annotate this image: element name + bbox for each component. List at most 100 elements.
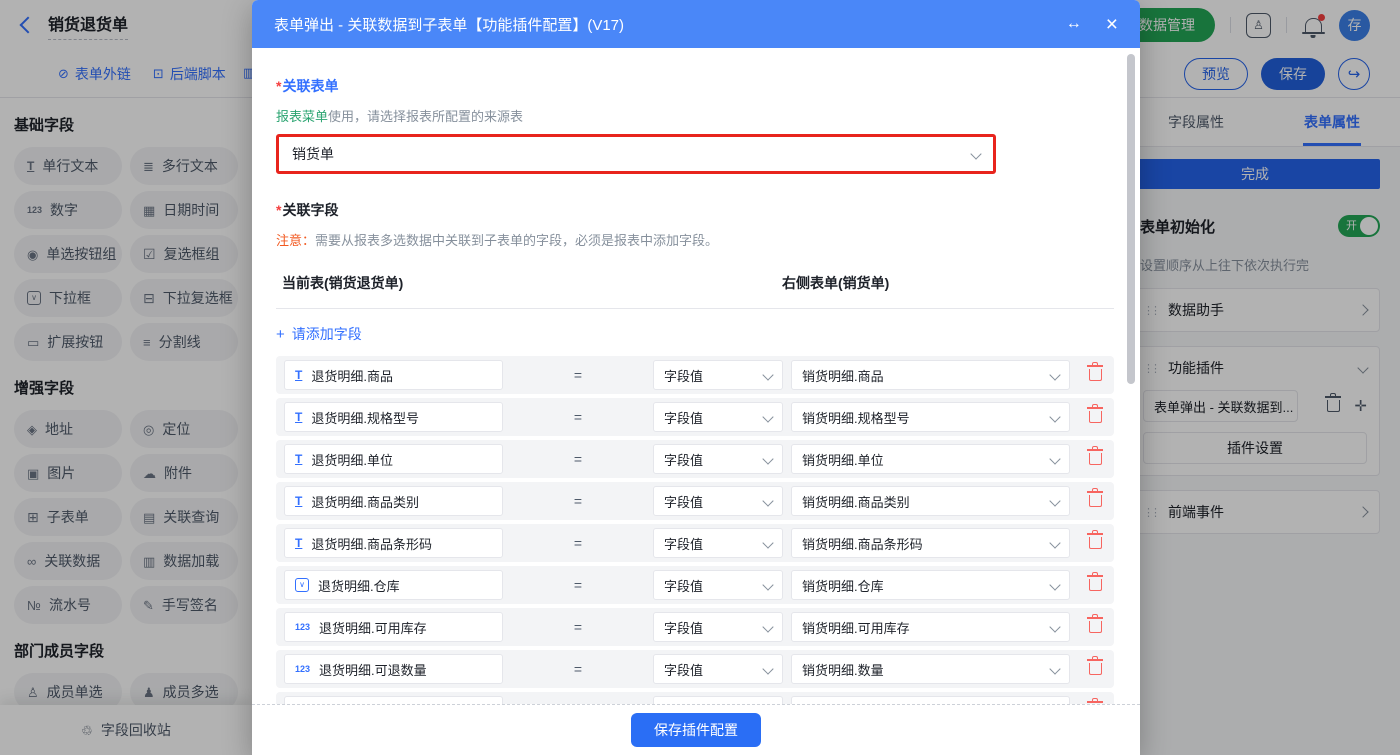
value-mode-select[interactable]: 字段值 [653, 486, 783, 516]
right-field-select[interactable]: 销货明细.单位 [791, 444, 1070, 474]
close-icon[interactable]: × [1106, 14, 1118, 35]
left-field-label: 退货明细.商品条形码 [311, 534, 432, 553]
delete-row-icon[interactable] [1089, 495, 1102, 507]
left-field-box[interactable]: T 退货明细.商品条形码 [284, 528, 503, 558]
right-field-select[interactable]: 销货明细.商品类别 [791, 486, 1070, 516]
left-field-box[interactable]: 123 退货明细.可退数量 [284, 654, 503, 684]
plugin-config-modal: 表单弹出 - 关联数据到子表单【功能插件配置】(V17) ↔ × *关联表单 报… [252, 0, 1140, 755]
current-table-header: 当前表(销货退货单) [276, 273, 782, 293]
source-form-select[interactable]: 销货单 [279, 137, 993, 171]
chevron-down-icon [762, 411, 773, 422]
value-mode-select[interactable]: 字段值 [653, 612, 783, 642]
left-field-label: 退货明细.单位 [311, 450, 393, 469]
save-plugin-config-button[interactable]: 保存插件配置 [631, 713, 761, 747]
chevron-down-icon [1049, 621, 1060, 632]
right-field-select[interactable]: 销货明细.商品条形码 [791, 528, 1070, 558]
left-field-label: 退货明细.仓库 [318, 576, 400, 595]
text-icon: T [295, 411, 302, 423]
equals-operator: = [503, 493, 653, 509]
delete-row-icon[interactable] [1089, 369, 1102, 381]
modal-body: *关联表单 报表菜单使用，请选择报表所配置的来源表 销货单 *关联字段 注意：需… [252, 48, 1140, 705]
right-field-select[interactable]: 销货明细.可用库存 [791, 612, 1070, 642]
field-mapping-row: 123 退货明细.可退数量 = 字段值 销货明细.数量 [276, 650, 1114, 688]
modal-title: 表单弹出 - 关联数据到子表单【功能插件配置】(V17) [274, 14, 624, 35]
right-field-select[interactable]: 销货明细.数量 [791, 654, 1070, 684]
value-mode-select[interactable]: 字段值 [653, 402, 783, 432]
chevron-down-icon [762, 453, 773, 464]
value-mode-select[interactable]: 字段值 [653, 696, 783, 705]
delete-row-icon[interactable] [1089, 453, 1102, 465]
field-mapping-row: T 退货明细.商品 = 字段值 销货明细.商品 [276, 356, 1114, 394]
chevron-down-icon [762, 621, 773, 632]
expand-icon[interactable]: ↔ [1066, 15, 1082, 33]
required-star: * [276, 78, 281, 94]
number-icon: 123 [295, 623, 310, 632]
left-field-label: 退货明细.退货数量 [319, 702, 427, 706]
equals-operator: = [503, 619, 653, 635]
chevron-down-icon [1049, 663, 1060, 674]
field-mapping-row: T 退货明细.商品条形码 = 字段值 销货明细.商品条形码 [276, 524, 1114, 562]
left-field-label: 退货明细.可退数量 [319, 660, 427, 679]
text-icon: T [295, 369, 302, 381]
right-field-select[interactable]: 销货明细.数量 [791, 696, 1070, 705]
value-mode-select[interactable]: 字段值 [653, 444, 783, 474]
linked-form-label: *关联表单 [276, 76, 1114, 96]
chevron-down-icon [762, 663, 773, 674]
field-mapping-row: T 退货明细.单位 = 字段值 销货明细.单位 [276, 440, 1114, 478]
chevron-down-icon [1049, 495, 1060, 506]
text-icon: T [295, 537, 302, 549]
left-field-label: 退货明细.规格型号 [311, 408, 419, 427]
right-field-select[interactable]: 销货明细.仓库 [791, 570, 1070, 600]
chevron-down-icon [762, 579, 773, 590]
mapping-column-headers: 当前表(销货退货单) 右侧表单(销货单) [276, 273, 1114, 293]
left-field-label: 退货明细.可用库存 [319, 618, 427, 637]
chevron-down-icon [1049, 411, 1060, 422]
left-field-box[interactable]: T 退货明细.规格型号 [284, 402, 503, 432]
chevron-down-icon [762, 537, 773, 548]
value-mode-select[interactable]: 字段值 [653, 654, 783, 684]
value-mode-select[interactable]: 字段值 [653, 570, 783, 600]
select-icon: ∨ [295, 578, 309, 592]
text-icon: T [295, 495, 302, 507]
divider [276, 308, 1114, 309]
field-mapping-row: ∨ 退货明细.仓库 = 字段值 销货明细.仓库 [276, 566, 1114, 604]
value-mode-select[interactable]: 字段值 [653, 360, 783, 390]
delete-row-icon[interactable] [1089, 579, 1102, 591]
chevron-down-icon [1049, 369, 1060, 380]
field-mapping-row: 123 退货明细.退货数量 = 字段值 销货明细.数量 [276, 692, 1114, 705]
number-icon: 123 [295, 665, 310, 674]
right-form-header: 右侧表单(销货单) [782, 273, 889, 293]
value-mode-select[interactable]: 字段值 [653, 528, 783, 558]
left-field-box[interactable]: 123 退货明细.可用库存 [284, 612, 503, 642]
equals-operator: = [503, 451, 653, 467]
highlight-annotation: 销货单 [276, 134, 996, 174]
add-field-link[interactable]: + 请添加字段 [276, 324, 362, 344]
chevron-down-icon [1049, 579, 1060, 590]
equals-operator: = [503, 661, 653, 677]
modal-header: 表单弹出 - 关联数据到子表单【功能插件配置】(V17) ↔ × [252, 0, 1140, 48]
left-field-label: 退货明细.商品 [311, 366, 393, 385]
left-field-box[interactable]: T 退货明细.商品类别 [284, 486, 503, 516]
delete-row-icon[interactable] [1089, 663, 1102, 675]
modal-footer: 保存插件配置 [252, 705, 1140, 755]
equals-operator: = [503, 367, 653, 383]
equals-operator: = [503, 535, 653, 551]
left-field-box[interactable]: ∨ 退货明细.仓库 [284, 570, 503, 600]
text-icon: T [295, 453, 302, 465]
right-field-select[interactable]: 销货明细.商品 [791, 360, 1070, 390]
delete-row-icon[interactable] [1089, 537, 1102, 549]
left-field-box[interactable]: T 退货明细.单位 [284, 444, 503, 474]
delete-row-icon[interactable] [1089, 621, 1102, 633]
chevron-down-icon [970, 148, 981, 159]
plus-icon: + [276, 326, 285, 343]
delete-row-icon[interactable] [1089, 411, 1102, 423]
left-field-box[interactable]: 123 退货明细.退货数量 [284, 696, 503, 705]
linked-fields-note: 注意：需要从报表多选数据中关联到子表单的字段，必须是报表中添加字段。 [276, 230, 1114, 249]
field-mapping-row: 123 退货明细.可用库存 = 字段值 销货明细.可用库存 [276, 608, 1114, 646]
linked-form-hint: 报表菜单使用，请选择报表所配置的来源表 [276, 106, 1114, 125]
modal-scrollbar[interactable] [1127, 54, 1135, 384]
chevron-down-icon [1049, 537, 1060, 548]
left-field-box[interactable]: T 退货明细.商品 [284, 360, 503, 390]
right-field-select[interactable]: 销货明细.规格型号 [791, 402, 1070, 432]
equals-operator: = [503, 703, 653, 705]
